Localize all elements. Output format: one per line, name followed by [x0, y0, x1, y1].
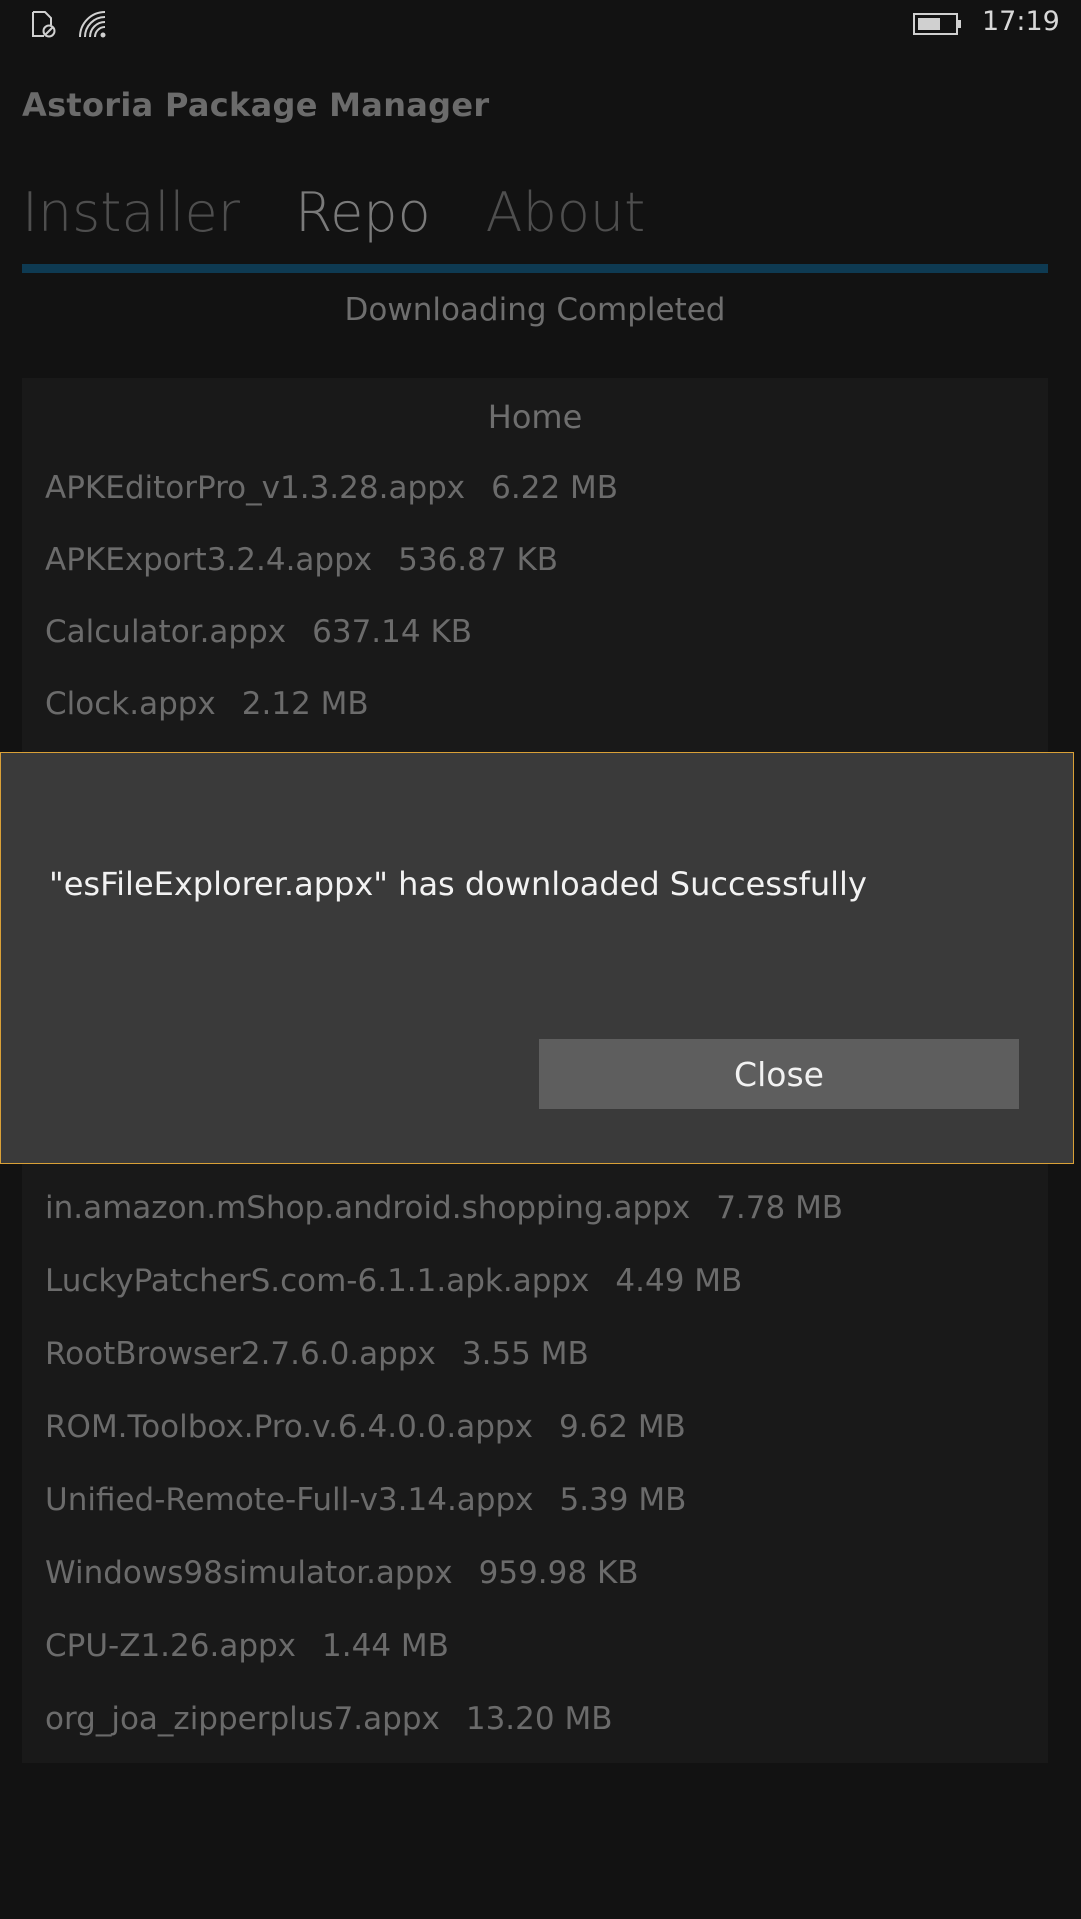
file-size: 637.14 KB	[312, 614, 473, 650]
file-name: Windows98simulator.appx	[45, 1555, 453, 1591]
list-item[interactable]: org_joa_zipperplus7.appx 13.20 MB	[45, 1701, 612, 1737]
download-complete-dialog: "esFileExplorer.appx" has downloaded Suc…	[0, 752, 1074, 1164]
close-button[interactable]: Close	[539, 1039, 1019, 1109]
list-item[interactable]: APKEditorPro_v1.3.28.appx 6.22 MB	[45, 470, 618, 506]
list-item[interactable]: RootBrowser2.7.6.0.appx 3.55 MB	[45, 1336, 589, 1372]
clock: 17:19	[982, 6, 1060, 37]
file-size: 3.55 MB	[461, 1336, 589, 1372]
no-sim-icon	[30, 10, 56, 42]
tab-about[interactable]: About	[486, 178, 646, 258]
list-item[interactable]: Calculator.appx 637.14 KB	[45, 614, 472, 650]
file-size: 13.20 MB	[465, 1701, 613, 1737]
file-name: Unified-Remote-Full-v3.14.appx	[45, 1482, 534, 1518]
file-name: LuckyPatcherS.com-6.1.1.apk.appx	[45, 1263, 590, 1299]
file-name: CPU-Z1.26.appx	[45, 1628, 297, 1664]
file-size: 6.22 MB	[491, 470, 619, 506]
list-item[interactable]: CPU-Z1.26.appx 1.44 MB	[45, 1628, 449, 1664]
list-item[interactable]: Windows98simulator.appx 959.98 KB	[45, 1555, 639, 1591]
file-size: 9.62 MB	[558, 1409, 686, 1445]
list-item[interactable]: Unified-Remote-Full-v3.14.appx 5.39 MB	[45, 1482, 686, 1518]
file-name: Calculator.appx	[45, 614, 287, 650]
battery-icon	[913, 13, 963, 39]
file-name: in.amazon.mShop.android.shopping.appx	[45, 1190, 691, 1226]
pivot-tabs: Installer Repo About	[22, 178, 645, 258]
file-size: 959.98 KB	[478, 1555, 639, 1591]
app-title: Astoria Package Manager	[22, 86, 490, 124]
file-size: 1.44 MB	[322, 1628, 449, 1664]
download-progress-fill	[22, 264, 1048, 273]
file-size: 7.78 MB	[716, 1190, 844, 1226]
file-size: 2.12 MB	[241, 686, 369, 722]
file-name: ROM.Toolbox.Pro.v.6.4.0.0.appx	[45, 1409, 533, 1445]
wifi-icon	[78, 10, 108, 42]
list-item[interactable]: in.amazon.mShop.android.shopping.appx 7.7…	[45, 1190, 843, 1226]
list-item[interactable]: APKExport3.2.4.appx 536.87 KB	[45, 542, 558, 578]
download-progress-bar	[22, 264, 1048, 273]
list-item[interactable]: ROM.Toolbox.Pro.v.6.4.0.0.appx 9.62 MB	[45, 1409, 686, 1445]
file-name: org_joa_zipperplus7.appx	[45, 1701, 440, 1737]
file-name: APKExport3.2.4.appx	[45, 542, 373, 578]
file-name: Clock.appx	[45, 686, 216, 722]
status-bar: 17:19	[0, 0, 1081, 50]
file-size: 4.49 MB	[615, 1263, 743, 1299]
download-status: Downloading Completed	[344, 292, 726, 328]
dialog-message: "esFileExplorer.appx" has downloaded Suc…	[49, 865, 867, 903]
list-item[interactable]: LuckyPatcherS.com-6.1.1.apk.appx 4.49 MB	[45, 1263, 742, 1299]
file-size: 536.87 KB	[398, 542, 559, 578]
list-item[interactable]: Clock.appx 2.12 MB	[45, 686, 369, 722]
list-header-home[interactable]: Home	[22, 398, 1048, 436]
file-name: APKEditorPro_v1.3.28.appx	[45, 470, 466, 506]
tab-repo[interactable]: Repo	[295, 178, 431, 258]
file-size: 5.39 MB	[559, 1482, 687, 1518]
file-name: RootBrowser2.7.6.0.appx	[45, 1336, 436, 1372]
tab-installer[interactable]: Installer	[22, 178, 240, 258]
